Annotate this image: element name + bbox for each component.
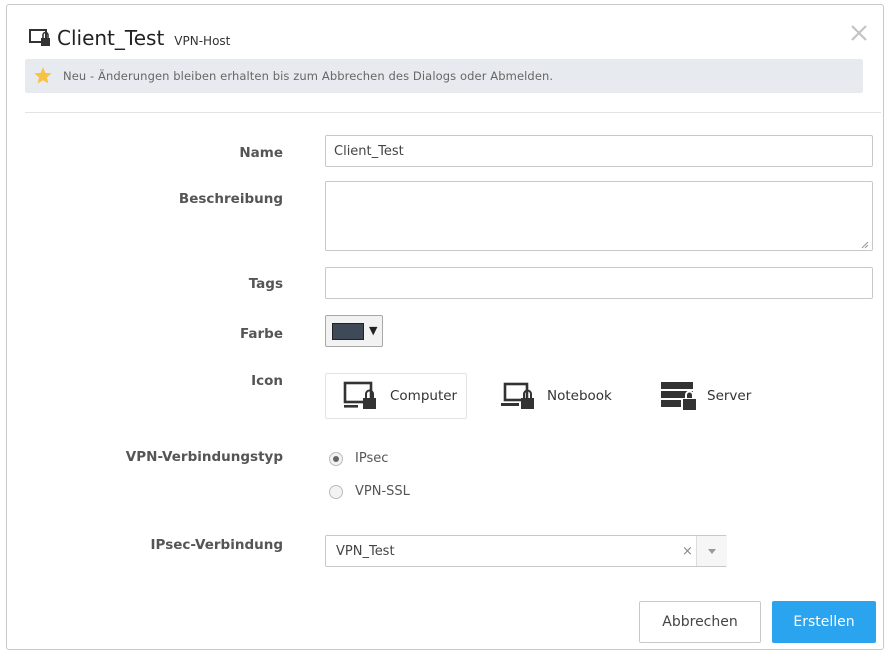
radio-label: VPN-SSL: [355, 484, 410, 499]
chevron-down-icon[interactable]: [696, 536, 727, 566]
icon-label: Icon: [251, 373, 283, 389]
radio-dot-checked: [329, 451, 343, 466]
description-label: Beschreibung: [178, 191, 283, 207]
computer-lock-icon: [29, 29, 50, 46]
info-banner: Neu - Änderungen bleiben erhalten bis zu…: [25, 59, 863, 93]
banner-text: Neu - Änderungen bleiben erhalten bis zu…: [63, 69, 554, 83]
color-picker-button[interactable]: ▼: [325, 315, 383, 347]
divider: [25, 112, 881, 113]
vpn-host-dialog: Client_Test VPN-Host Neu - Änderungen bl…: [6, 4, 884, 650]
ipsec-label: IPsec-Verbindung: [150, 537, 283, 553]
notebook-lock-icon: [501, 382, 534, 409]
color-swatch: [332, 323, 364, 340]
icon-option-notebook[interactable]: Notebook: [499, 373, 612, 419]
dialog-subtitle: VPN-Host: [174, 33, 231, 48]
dialog-title: Client_Test: [57, 26, 165, 50]
icon-option-label: Computer: [390, 388, 458, 404]
radio-vpn-ssl[interactable]: VPN-SSL: [329, 484, 410, 499]
caret-down-icon: ▼: [369, 324, 378, 337]
radio-ipsec[interactable]: IPsec: [329, 451, 388, 466]
ipsec-connection-select[interactable]: VPN_Test ×: [325, 535, 727, 567]
create-button[interactable]: Erstellen: [772, 601, 876, 643]
tags-label: Tags: [248, 276, 283, 292]
clear-icon[interactable]: ×: [682, 544, 693, 559]
icon-option-label: Notebook: [547, 388, 612, 404]
icon-option-label: Server: [707, 388, 752, 404]
color-label: Farbe: [239, 326, 283, 342]
radio-dot-unchecked: [329, 484, 343, 499]
vpn-type-label: VPN-Verbindungstyp: [125, 449, 283, 465]
icon-option-computer[interactable]: Computer: [325, 373, 467, 419]
star-icon: [34, 67, 52, 84]
description-textarea[interactable]: [325, 181, 873, 251]
radio-label: IPsec: [355, 451, 389, 466]
name-label: Name: [239, 145, 283, 161]
dialog-header: Client_Test VPN-Host: [29, 23, 230, 53]
computer-lock-icon: [343, 381, 376, 409]
cancel-button[interactable]: Abbrechen: [639, 601, 761, 643]
tags-input[interactable]: [325, 267, 873, 299]
name-input[interactable]: [325, 135, 873, 167]
resize-handle-icon[interactable]: [859, 239, 869, 249]
select-value: VPN_Test: [336, 544, 395, 559]
icon-option-server[interactable]: Server: [659, 373, 751, 419]
close-icon[interactable]: [847, 21, 871, 45]
server-lock-icon: [661, 382, 696, 410]
